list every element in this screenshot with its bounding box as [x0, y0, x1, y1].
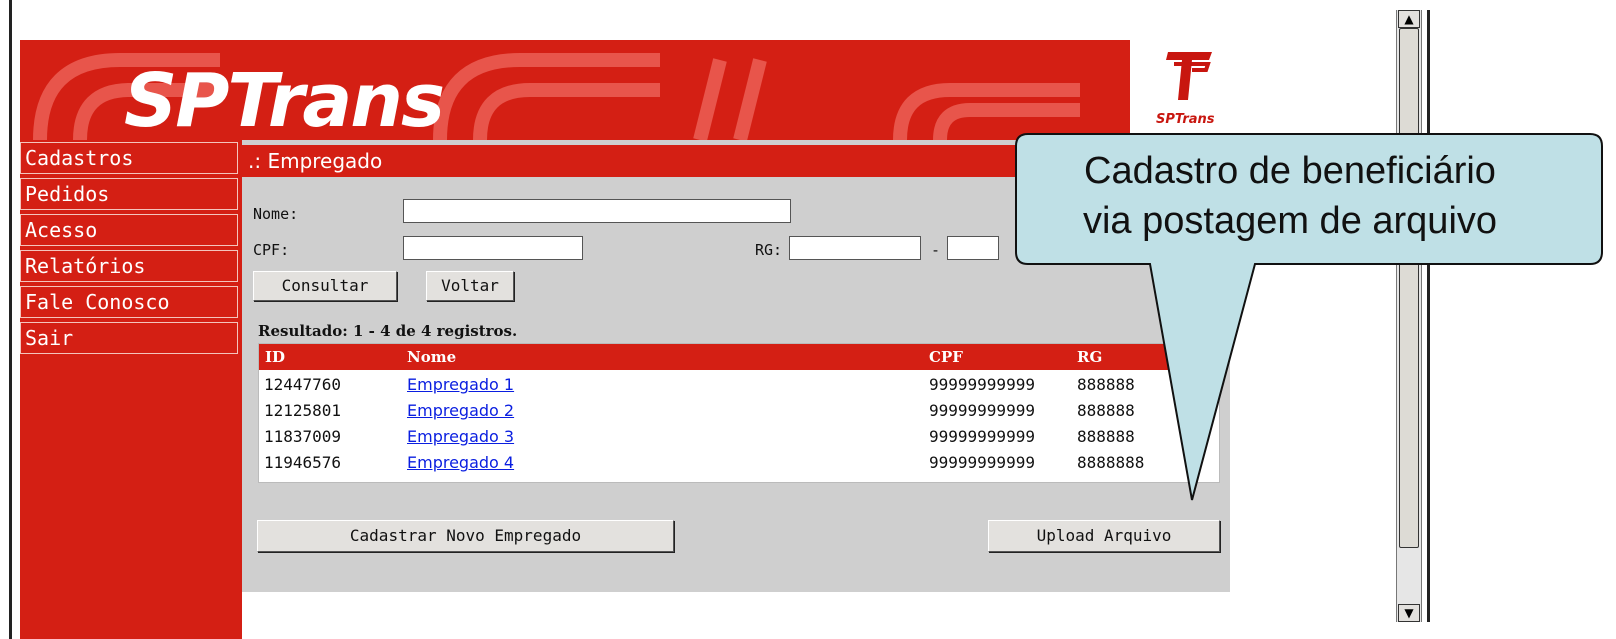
callout-line-1: Cadastro de beneficiário: [1084, 150, 1496, 192]
callout-text: Cadastro de beneficiário via postagem de…: [1010, 146, 1570, 246]
callout-line-2: via postagem de arquivo: [1082, 200, 1498, 242]
callout-balloon: [1015, 133, 1603, 501]
